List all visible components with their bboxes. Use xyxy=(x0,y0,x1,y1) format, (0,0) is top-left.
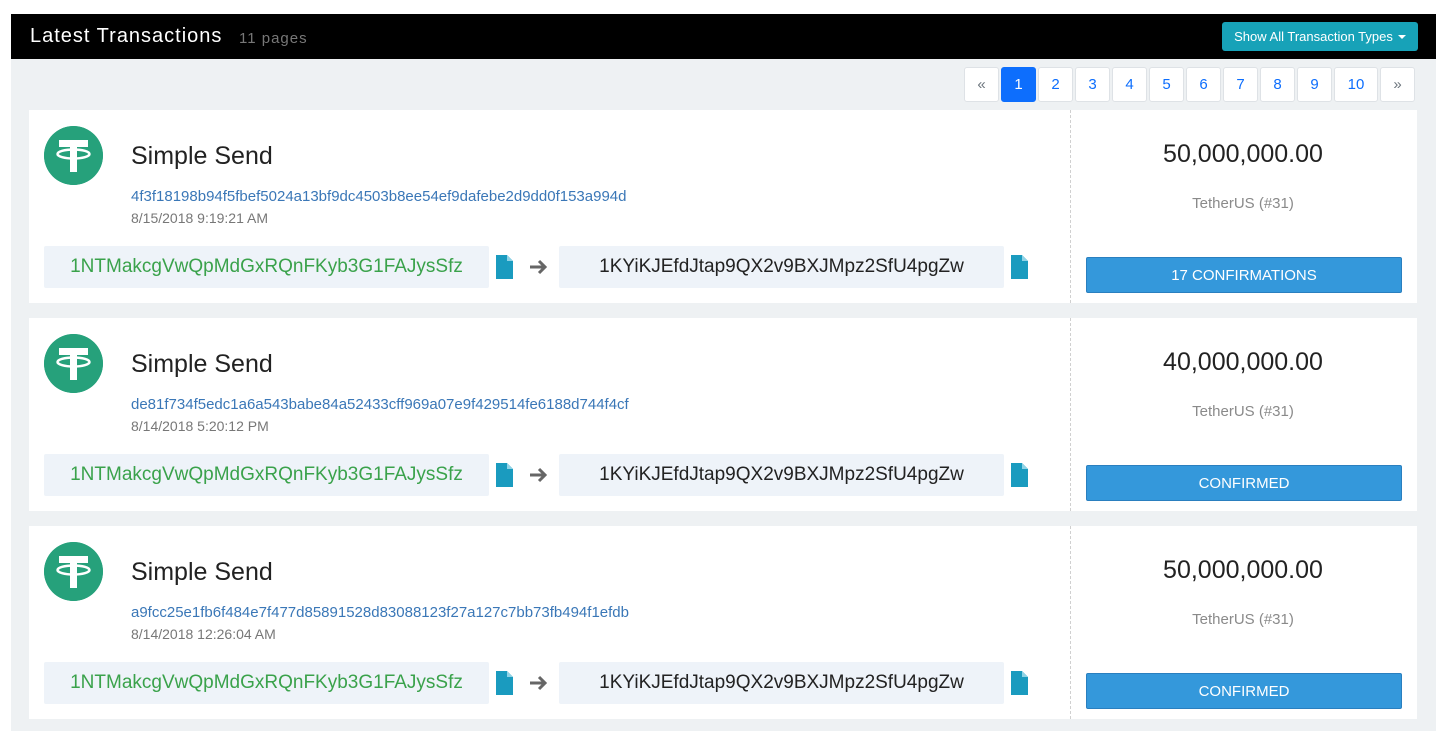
transaction-hash-link[interactable]: a9fcc25e1fb6f484e7f477d85891528d83088123… xyxy=(131,604,629,621)
page-2[interactable]: 2 xyxy=(1038,67,1073,102)
copy-document-icon[interactable] xyxy=(495,463,513,487)
page-count: 11 pages xyxy=(239,30,308,47)
transaction-type: Simple Send xyxy=(131,558,273,586)
recipient-address[interactable]: 1KYiKJEfdJtap9QX2v9BXJMpz2SfU4pgZw xyxy=(559,454,1004,496)
card-divider xyxy=(1070,110,1071,303)
copy-document-icon[interactable] xyxy=(1010,671,1028,695)
transaction-type: Simple Send xyxy=(131,350,273,378)
filter-button-label: Show All Transaction Types xyxy=(1234,29,1393,44)
page-6[interactable]: 6 xyxy=(1186,67,1221,102)
transaction-timestamp: 8/14/2018 12:26:04 AM xyxy=(131,626,276,642)
arrow-right-icon xyxy=(530,259,548,275)
arrow-right-icon xyxy=(530,675,548,691)
copy-document-icon[interactable] xyxy=(495,671,513,695)
caret-down-icon xyxy=(1397,34,1406,39)
pagination: « 1 2 3 4 5 6 7 8 9 10 » xyxy=(964,67,1415,102)
transaction-type-filter-button[interactable]: Show All Transaction Types xyxy=(1222,22,1418,51)
transaction-card: Simple Send de81f734f5edc1a6a543babe84a5… xyxy=(29,318,1417,511)
page-1[interactable]: 1 xyxy=(1001,67,1036,102)
page-10[interactable]: 10 xyxy=(1334,67,1378,102)
tether-logo-icon xyxy=(44,126,103,185)
transaction-amount: 50,000,000.00 xyxy=(1163,556,1323,584)
recipient-address[interactable]: 1KYiKJEfdJtap9QX2v9BXJMpz2SfU4pgZw xyxy=(559,246,1004,288)
page-prev[interactable]: « xyxy=(964,67,999,102)
copy-document-icon[interactable] xyxy=(1010,463,1028,487)
card-divider xyxy=(1070,526,1071,719)
tether-logo-icon xyxy=(44,542,103,601)
transaction-hash-link[interactable]: 4f3f18198b94f5fbef5024a13bf9dc4503b8ee54… xyxy=(131,188,627,205)
confirmation-status-button[interactable]: CONFIRMED xyxy=(1086,673,1402,709)
page-5[interactable]: 5 xyxy=(1149,67,1184,102)
page-next[interactable]: » xyxy=(1380,67,1415,102)
transaction-hash-link[interactable]: de81f734f5edc1a6a543babe84a52433cff969a0… xyxy=(131,396,629,413)
page-3[interactable]: 3 xyxy=(1075,67,1110,102)
transaction-card: Simple Send 4f3f18198b94f5fbef5024a13bf9… xyxy=(29,110,1417,303)
sender-address[interactable]: 1NTMakcgVwQpMdGxRQnFKyb3G1FAJysSfz xyxy=(44,246,489,288)
transaction-card: Simple Send a9fcc25e1fb6f484e7f477d85891… xyxy=(29,526,1417,719)
token-name: TetherUS (#31) xyxy=(1192,403,1294,420)
transaction-type: Simple Send xyxy=(131,142,273,170)
copy-document-icon[interactable] xyxy=(1010,255,1028,279)
panel-header: Latest Transactions 11 pages Show All Tr… xyxy=(11,14,1436,59)
sender-address[interactable]: 1NTMakcgVwQpMdGxRQnFKyb3G1FAJysSfz xyxy=(44,454,489,496)
tether-logo-icon xyxy=(44,334,103,393)
card-divider xyxy=(1070,318,1071,511)
arrow-right-icon xyxy=(530,467,548,483)
transaction-timestamp: 8/15/2018 9:19:21 AM xyxy=(131,210,268,226)
sender-address[interactable]: 1NTMakcgVwQpMdGxRQnFKyb3G1FAJysSfz xyxy=(44,662,489,704)
confirmation-status-button[interactable]: 17 CONFIRMATIONS xyxy=(1086,257,1402,293)
token-name: TetherUS (#31) xyxy=(1192,611,1294,628)
page-4[interactable]: 4 xyxy=(1112,67,1147,102)
token-name: TetherUS (#31) xyxy=(1192,195,1294,212)
page-title: Latest Transactions xyxy=(30,25,223,47)
transaction-amount: 40,000,000.00 xyxy=(1163,348,1323,376)
transaction-amount: 50,000,000.00 xyxy=(1163,140,1323,168)
transaction-timestamp: 8/14/2018 5:20:12 PM xyxy=(131,418,269,434)
confirmation-status-button[interactable]: CONFIRMED xyxy=(1086,465,1402,501)
page-9[interactable]: 9 xyxy=(1297,67,1332,102)
page-7[interactable]: 7 xyxy=(1223,67,1258,102)
page-8[interactable]: 8 xyxy=(1260,67,1295,102)
recipient-address[interactable]: 1KYiKJEfdJtap9QX2v9BXJMpz2SfU4pgZw xyxy=(559,662,1004,704)
transactions-panel: Latest Transactions 11 pages Show All Tr… xyxy=(11,14,1436,731)
copy-document-icon[interactable] xyxy=(495,255,513,279)
